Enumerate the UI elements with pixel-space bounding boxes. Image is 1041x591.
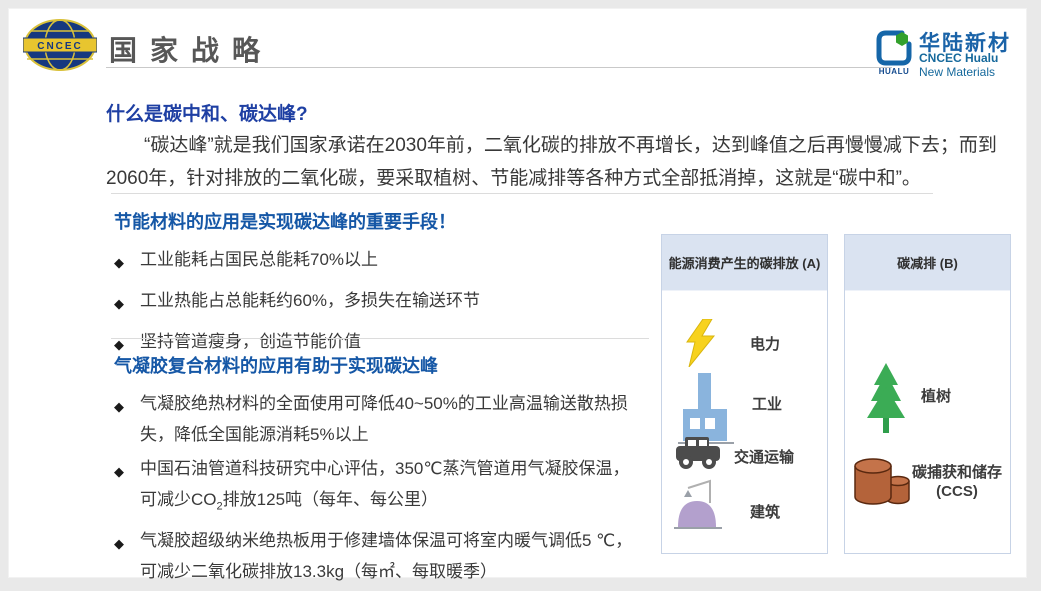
divider bbox=[111, 338, 649, 339]
slide: CNCEC 国家战略 HUALU 华陆新材 CNCEC Hualu New Ma… bbox=[8, 8, 1027, 578]
diamond-bullet-icon: ◆ bbox=[114, 287, 140, 318]
emission-item-label: 电力 bbox=[750, 333, 780, 354]
hualu-name-en1: CNCEC Hualu bbox=[919, 51, 998, 65]
divider bbox=[111, 193, 933, 194]
slide-page: { "bullet_marker": "◆", "header": { "cnc… bbox=[0, 0, 1041, 591]
reduction-item-label: 植树 bbox=[921, 385, 951, 406]
barrels-icon bbox=[853, 457, 911, 509]
list-item: ◆ 气凝胶超级纳米绝热板用于修建墙体保温可将室内暖气调低5 ℃，可减少二氧化碳排… bbox=[114, 525, 654, 587]
panel-reduction-title: 碳减排 (B) bbox=[845, 235, 1010, 291]
hualu-logo-icon bbox=[875, 29, 913, 67]
tree-icon bbox=[867, 363, 905, 433]
emission-item-label: 建筑 bbox=[750, 501, 780, 522]
intro-heading: 什么是碳中和、碳达峰? bbox=[106, 99, 308, 126]
lightning-icon bbox=[684, 319, 716, 367]
section-aerogel-heading: 气凝胶复合材料的应用有助于实现碳达峰 bbox=[114, 352, 438, 378]
panel-carbon-reduction: 碳减排 (B) 植树 碳捕获和储存 (CCS) bbox=[844, 234, 1011, 554]
emission-item-label: 工业 bbox=[752, 393, 782, 414]
svg-text:CNCEC: CNCEC bbox=[37, 41, 83, 52]
section-energy-heading: 节能材料的应用是实现碳达峰的重要手段！ bbox=[114, 208, 456, 234]
page-title: 国家战略 bbox=[109, 29, 273, 69]
diamond-bullet-icon: ◆ bbox=[114, 453, 140, 487]
list-item: ◆ 中国石油管道科技研究中心评估，350℃蒸汽管道用气凝胶保温，可减少CO2排放… bbox=[114, 453, 654, 522]
hualu-logo: HUALU 华陆新材 CNCEC Hualu New Materials bbox=[875, 27, 1025, 79]
diamond-bullet-icon: ◆ bbox=[114, 525, 140, 559]
header-divider bbox=[106, 67, 892, 68]
emission-item-label: 交通运输 bbox=[734, 446, 794, 467]
intro-paragraph: “碳达峰”就是我们国家承诺在2030年前，二氧化碳的排放不再增长，达到峰值之后再… bbox=[106, 129, 1014, 195]
section-energy-bullets: ◆ 工业能耗占国民总能耗70%以上 ◆ 工业热能占总能耗约60%，多损失在输送环… bbox=[114, 246, 654, 369]
list-item: ◆ 工业能耗占国民总能耗70%以上 bbox=[114, 246, 654, 277]
panel-carbon-emission: 能源消费产生的碳排放 (A) 电力 工业 交通运输 bbox=[661, 234, 828, 554]
bullet-text-post: 排放125吨（每年、每公里） bbox=[223, 490, 438, 509]
hualu-mark-text: HUALU bbox=[875, 67, 913, 76]
hualu-name-en2: New Materials bbox=[919, 65, 995, 79]
diamond-bullet-icon: ◆ bbox=[114, 388, 140, 422]
ccs-label-line1: 碳捕获和储存 bbox=[905, 463, 1009, 482]
bullet-text: 中国石油管道科技研究中心评估，350℃蒸汽管道用气凝胶保温，可减少CO2排放12… bbox=[140, 453, 646, 522]
panel-emission-title: 能源消费产生的碳排放 (A) bbox=[662, 235, 827, 291]
list-item: ◆ 工业热能占总能耗约60%，多损失在输送环节 bbox=[114, 287, 654, 318]
ccs-label-line2: (CCS) bbox=[905, 482, 1009, 501]
cncec-logo-icon: CNCEC bbox=[23, 19, 97, 71]
diamond-bullet-icon: ◆ bbox=[114, 246, 140, 277]
list-item: ◆ 气凝胶绝热材料的全面使用可降低40~50%的工业高温输送散热损失，降低全国能… bbox=[114, 388, 654, 450]
bullet-text: 工业热能占总能耗约60%，多损失在输送环节 bbox=[140, 287, 646, 315]
bullet-text: 工业能耗占国民总能耗70%以上 bbox=[140, 246, 646, 274]
section-aerogel-bullets: ◆ 气凝胶绝热材料的全面使用可降低40~50%的工业高温输送散热损失，降低全国能… bbox=[114, 388, 654, 590]
car-icon bbox=[674, 433, 722, 473]
building-icon bbox=[674, 475, 722, 531]
reduction-item-label: 碳捕获和储存 (CCS) bbox=[905, 463, 1009, 501]
bullet-text: 气凝胶绝热材料的全面使用可降低40~50%的工业高温输送散热损失，降低全国能源消… bbox=[140, 388, 646, 450]
bullet-text: 气凝胶超级纳米绝热板用于修建墙体保温可将室内暖气调低5 ℃，可减少二氧化碳排放1… bbox=[140, 525, 646, 587]
